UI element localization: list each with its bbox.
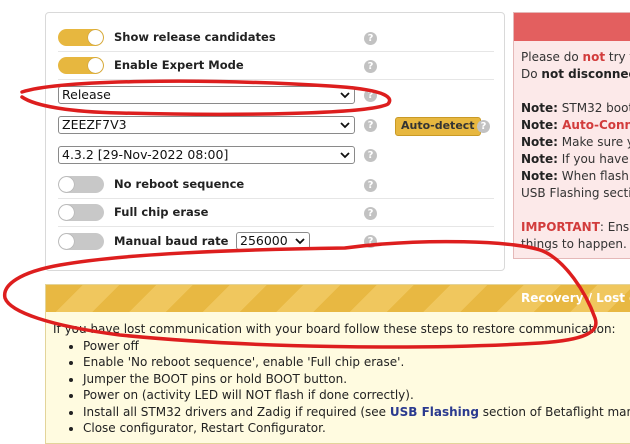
recovery-intro: If you have lost communication with your… — [53, 322, 616, 336]
toggle-knob — [59, 176, 74, 192]
help-icon[interactable]: ? — [364, 235, 377, 248]
toggle-knob — [59, 204, 74, 220]
recovery-panel: Recovery / Lost c If you have lost commu… — [45, 284, 630, 444]
help-icon[interactable]: ? — [364, 179, 377, 192]
warning-header — [514, 13, 630, 41]
baud-rate-value: 256000 — [240, 233, 288, 248]
manual-baud-toggle[interactable] — [58, 232, 104, 250]
show-release-candidates-label: Show release candidates — [114, 30, 276, 44]
help-icon[interactable]: ? — [364, 149, 377, 162]
manual-baud-label: Manual baud rate — [114, 234, 229, 248]
show-release-candidates-row: Show release candidates — [58, 23, 494, 52]
usb-flashing-link[interactable]: USB Flashing — [390, 405, 479, 419]
expert-mode-row: Enable Expert Mode — [58, 51, 494, 80]
chevron-down-icon — [340, 92, 350, 99]
help-icon[interactable]: ? — [364, 60, 377, 73]
firmware-options-panel: Show release candidates ? Enable Expert … — [45, 12, 505, 271]
full-chip-erase-toggle[interactable] — [58, 203, 104, 221]
expert-mode-toggle[interactable] — [58, 56, 104, 74]
recovery-header: Recovery / Lost c — [46, 285, 630, 312]
flash-warning-panel: Please do not try to Do not disconnect N… — [513, 12, 630, 259]
help-icon[interactable]: ? — [364, 32, 377, 45]
auto-detect-button[interactable]: Auto-detect — [395, 117, 481, 136]
list-item: Close configurator, Restart Configurator… — [83, 420, 630, 437]
chevron-down-icon — [295, 238, 305, 245]
warning-text: Please do not try to Do not disconnect N… — [521, 50, 630, 251]
list-item: Enable 'No reboot sequence', enable 'Ful… — [83, 354, 630, 371]
list-item: Power on (activity LED will NOT flash if… — [83, 387, 630, 404]
full-chip-erase-row: Full chip erase — [58, 198, 494, 227]
recovery-title: Recovery / Lost c — [521, 291, 630, 305]
recovery-steps: Power off Enable 'No reboot sequence', e… — [53, 338, 630, 437]
target-board-value: ZEEZF7V3 — [62, 117, 127, 132]
no-reboot-toggle[interactable] — [58, 175, 104, 193]
help-icon[interactable]: ? — [364, 119, 377, 132]
toggle-knob — [88, 29, 103, 45]
help-icon[interactable]: ? — [477, 120, 490, 133]
firmware-version-select[interactable]: 4.3.2 [29-Nov-2022 08:00] — [58, 146, 355, 164]
firmware-version-value: 4.3.2 [29-Nov-2022 08:00] — [62, 147, 229, 162]
no-reboot-label: No reboot sequence — [114, 177, 245, 191]
target-board-select[interactable]: ZEEZF7V3 — [58, 116, 355, 134]
baud-rate-select[interactable]: 256000 — [236, 232, 310, 250]
help-icon[interactable]: ? — [364, 89, 377, 102]
recovery-instructions: If you have lost communication with your… — [53, 321, 630, 437]
list-item: Jumper the BOOT pins or hold BOOT button… — [83, 371, 630, 388]
help-icon[interactable]: ? — [364, 207, 377, 220]
toggle-knob — [59, 233, 74, 249]
chevron-down-icon — [340, 122, 350, 129]
list-item: Power off — [83, 338, 630, 355]
chevron-down-icon — [340, 152, 350, 159]
expert-mode-label: Enable Expert Mode — [114, 58, 244, 72]
no-reboot-row: No reboot sequence — [58, 170, 494, 199]
toggle-knob — [88, 57, 103, 73]
full-chip-erase-label: Full chip erase — [114, 205, 209, 219]
show-release-candidates-toggle[interactable] — [58, 28, 104, 46]
release-type-value: Release — [62, 87, 111, 102]
list-item: Install all STM32 drivers and Zadig if r… — [83, 404, 630, 421]
release-type-select[interactable]: Release — [58, 86, 355, 104]
